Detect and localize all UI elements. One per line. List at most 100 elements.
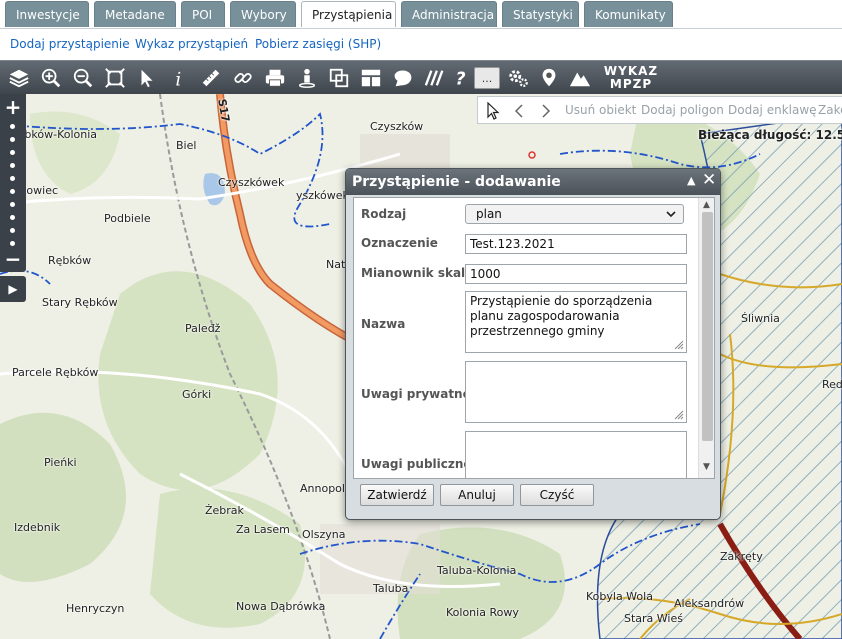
layout-icon[interactable]: [358, 65, 384, 91]
zoom-in-button[interactable]: +: [0, 96, 26, 118]
map-label: Czyszków: [370, 120, 424, 133]
tab-komunikaty[interactable]: Komunikaty: [584, 1, 673, 27]
zoom-in-icon[interactable]: [38, 65, 64, 91]
select-pointer-icon[interactable]: [486, 102, 500, 120]
uwagi-prywatne-textarea[interactable]: [465, 361, 687, 423]
link-icon[interactable]: [230, 65, 256, 91]
map-label: Taluba: [373, 582, 409, 595]
tab-statystyki[interactable]: Statystyki: [502, 1, 579, 27]
cancel-button[interactable]: Anuluj: [440, 484, 514, 506]
download-shp-link[interactable]: Pobierz zasięgi (SHP): [255, 37, 381, 51]
uwagi-publiczne-textarea[interactable]: [465, 431, 687, 478]
close-icon[interactable]: ✕: [702, 170, 716, 190]
map-label: Olszyna: [302, 528, 346, 541]
uwagi-prywatne-label: Uwagi prywatne: [361, 387, 471, 401]
tab-przystapienia[interactable]: Przystąpienia: [301, 1, 396, 27]
map-toolbar: i ? ... WYKAZ MPZP: [0, 60, 842, 94]
resize-handle-icon[interactable]: [674, 340, 684, 350]
add-polygon-button[interactable]: Dodaj poligon: [641, 103, 724, 117]
svg-text:i: i: [175, 69, 181, 89]
scroll-up-icon[interactable]: ▲: [703, 200, 710, 210]
arrow-left-icon[interactable]: [514, 104, 524, 118]
oznaczenie-input[interactable]: Test.123.2021: [465, 234, 687, 254]
hatch-icon[interactable]: [422, 65, 448, 91]
zoom-level-dot[interactable]: [10, 124, 15, 129]
mianownik-input[interactable]: 1000: [465, 264, 687, 284]
print-icon[interactable]: [262, 65, 288, 91]
zoom-level-dot[interactable]: [10, 150, 15, 155]
rodzaj-select[interactable]: plan: [465, 204, 684, 224]
location-icon[interactable]: [536, 65, 562, 91]
sub-navigation: Dodaj przystąpienie Wykaz przystąpień Po…: [0, 28, 842, 60]
chevron-down-icon: [666, 211, 676, 218]
delete-object-button[interactable]: Usuń obiekt: [565, 103, 636, 117]
rodzaj-value: plan: [476, 207, 502, 221]
map-label: yszkówek: [296, 189, 349, 202]
map-label: Za Lasem: [236, 523, 290, 536]
nazwa-textarea[interactable]: Przystąpienie do sporządzenia planu zago…: [465, 291, 687, 353]
pointer-icon[interactable]: [134, 65, 160, 91]
arrow-right-icon[interactable]: [541, 104, 551, 118]
mianownik-label: Mianownik skali: [361, 266, 470, 280]
accession-add-dialog: Przystąpienie - dodawanie ▲ ✕ Rodzaj pla…: [345, 168, 721, 520]
zoom-level-dot[interactable]: [10, 189, 15, 194]
copy-icon[interactable]: [326, 65, 352, 91]
help-icon[interactable]: ?: [448, 65, 474, 91]
street-view-icon[interactable]: [294, 65, 320, 91]
zoom-level-dot[interactable]: [10, 176, 15, 181]
zoom-out-button[interactable]: −: [0, 248, 26, 270]
form-scrollbar[interactable]: ▲ ▼: [698, 198, 714, 478]
dialog-title: Przystąpienie - dodawanie: [352, 174, 561, 190]
tab-wybory[interactable]: Wybory: [230, 1, 296, 27]
add-accession-link[interactable]: Dodaj przystąpienie: [10, 37, 130, 51]
tab-inwestycje[interactable]: Inwestycje: [5, 1, 89, 27]
zoom-level-dot[interactable]: [10, 137, 15, 142]
dialog-header[interactable]: Przystąpienie - dodawanie ▲ ✕: [346, 169, 720, 195]
clear-button[interactable]: Czyść: [520, 484, 594, 506]
zoom-out-icon[interactable]: [70, 65, 96, 91]
map-label: Annopol: [300, 482, 345, 495]
map-label: Aleksandrów: [674, 597, 745, 610]
resize-handle-icon[interactable]: [674, 410, 684, 420]
map-label: Rębków: [48, 254, 92, 267]
map-label: Górki: [182, 388, 212, 401]
minimize-icon[interactable]: ▲: [687, 174, 695, 187]
zoom-extent-icon[interactable]: [102, 65, 128, 91]
map-label: Biel: [176, 139, 197, 152]
zoom-level-dot[interactable]: [10, 228, 15, 233]
map-label: Stara Wieś: [624, 612, 683, 625]
scrollbar-thumb[interactable]: [702, 212, 713, 441]
accession-list-link[interactable]: Wykaz przystąpień: [135, 37, 248, 51]
map-label: Pieńki: [44, 456, 77, 469]
map-label: Kobyla Wola: [586, 590, 653, 603]
wykaz-mpzp-button[interactable]: WYKAZ MPZP: [600, 65, 662, 91]
length-value: Bieżąca długość: 12.5m: [698, 128, 842, 142]
tab-administracja[interactable]: Administracja: [401, 1, 497, 27]
add-enclave-button[interactable]: Dodaj enklawę: [728, 103, 817, 117]
layers-icon[interactable]: [6, 65, 32, 91]
measure-icon[interactable]: [198, 65, 224, 91]
panel-toggle-button[interactable]: ▶: [0, 276, 26, 302]
dialog-form: Rodzaj plan Oznaczenie Test.123.2021 Mia…: [353, 197, 715, 479]
zoom-level-dot[interactable]: [10, 215, 15, 220]
zoom-level-dot[interactable]: [10, 163, 15, 168]
map-label: Kolonia Rowy: [446, 606, 519, 619]
shape-icon[interactable]: [390, 65, 416, 91]
settings-icon[interactable]: [505, 65, 531, 91]
tab-poi[interactable]: POI: [181, 1, 225, 27]
scroll-down-icon[interactable]: ▼: [703, 462, 710, 472]
zoom-level-dot[interactable]: [10, 202, 15, 207]
submit-button[interactable]: Zatwierdź: [360, 484, 434, 506]
tab-metadane[interactable]: Metadane: [94, 1, 176, 27]
nazwa-label: Nazwa: [361, 317, 406, 331]
map-label: Taluba-Kolonia: [437, 564, 517, 577]
zoom-level-dot[interactable]: [10, 241, 15, 246]
rodzaj-label: Rodzaj: [361, 207, 407, 221]
map-label: Nowa Dąbrówka: [236, 600, 326, 613]
finish-button[interactable]: Zakończ: [818, 103, 842, 117]
more-tools-button[interactable]: ...: [474, 67, 500, 89]
info-icon[interactable]: i: [166, 65, 192, 91]
mpzp-label: MPZP: [609, 77, 653, 91]
terrain-icon[interactable]: [567, 65, 593, 91]
map-label: Czyszkówek: [218, 176, 285, 189]
